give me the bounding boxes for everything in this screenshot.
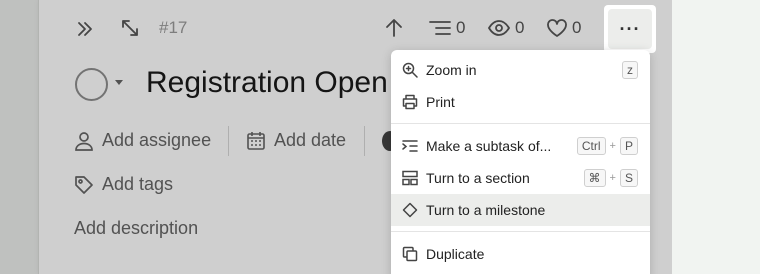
indent-icon bbox=[402, 140, 418, 152]
menu-item-label: Make a subtask of... bbox=[426, 138, 552, 154]
assignee-label: Add assignee bbox=[102, 130, 212, 150]
status-dropdown-caret-icon[interactable] bbox=[115, 80, 123, 85]
subtask-count: 0 bbox=[456, 18, 466, 37]
shortcut-key: z bbox=[622, 61, 638, 79]
description-field[interactable]: Add description bbox=[74, 218, 198, 239]
more-options-icon: ··· bbox=[619, 18, 641, 39]
menu-item-turn-to-milestone[interactable]: Turn to a milestone bbox=[391, 194, 650, 226]
tags-label: Add tags bbox=[102, 174, 174, 194]
shortcut-plus: + bbox=[609, 140, 616, 152]
task-title[interactable]: Registration Open bbox=[146, 66, 388, 100]
move-up-icon[interactable] bbox=[383, 17, 405, 39]
subtasks-icon bbox=[429, 21, 451, 35]
zoom-in-icon bbox=[402, 62, 418, 78]
date-field[interactable]: Add date bbox=[246, 130, 346, 151]
person-icon bbox=[75, 131, 93, 151]
collapse-panel-icon[interactable] bbox=[74, 18, 96, 40]
menu-divider bbox=[391, 123, 650, 124]
diamond-icon bbox=[402, 202, 418, 218]
status-circle[interactable] bbox=[75, 68, 108, 101]
calendar-icon bbox=[247, 131, 265, 150]
more-options-button[interactable]: ··· bbox=[604, 5, 656, 53]
expand-icon[interactable] bbox=[119, 17, 141, 39]
watchers-counter[interactable]: 0 bbox=[488, 16, 524, 40]
heart-icon bbox=[547, 19, 567, 37]
menu-item-duplicate[interactable]: Duplicate bbox=[391, 238, 650, 270]
menu-item-make-subtask[interactable]: Make a subtask of... Ctrl + P bbox=[391, 130, 650, 162]
subtasks-counter[interactable]: 0 bbox=[429, 16, 465, 40]
more-options-menu: Zoom in z Print Make a subtask of... Ctr… bbox=[391, 50, 650, 274]
printer-icon bbox=[402, 94, 418, 110]
section-icon bbox=[402, 170, 418, 186]
menu-item-zoom-in[interactable]: Zoom in z bbox=[391, 54, 650, 86]
background-area bbox=[672, 0, 760, 274]
menu-item-label: Turn to a section bbox=[426, 170, 530, 186]
menu-item-label: Turn to a milestone bbox=[426, 202, 546, 218]
like-count: 0 bbox=[572, 18, 582, 37]
tag-icon bbox=[75, 175, 93, 194]
shortcut-key: ⌘ bbox=[583, 169, 606, 187]
shortcut-key: S bbox=[619, 169, 638, 187]
shortcut-key: Ctrl bbox=[576, 137, 606, 155]
field-divider bbox=[228, 126, 229, 156]
likes-counter[interactable]: 0 bbox=[547, 16, 581, 40]
task-number: #17 bbox=[159, 18, 188, 37]
duplicate-icon bbox=[402, 246, 418, 262]
menu-item-label: Duplicate bbox=[426, 246, 485, 262]
menu-item-label: Print bbox=[426, 94, 455, 110]
watcher-count: 0 bbox=[515, 18, 525, 37]
menu-divider bbox=[391, 231, 650, 232]
assignee-field[interactable]: Add assignee bbox=[74, 130, 211, 151]
description-placeholder: Add description bbox=[74, 218, 199, 238]
eye-icon bbox=[488, 20, 510, 36]
field-divider bbox=[364, 126, 365, 156]
left-gutter bbox=[0, 0, 38, 274]
tags-field[interactable]: Add tags bbox=[74, 174, 173, 195]
menu-item-print[interactable]: Print bbox=[391, 86, 650, 118]
shortcut-plus: + bbox=[609, 172, 616, 184]
shortcut-key: P bbox=[619, 137, 638, 155]
menu-item-turn-to-section[interactable]: Turn to a section ⌘ + S bbox=[391, 162, 650, 194]
date-label: Add date bbox=[274, 130, 347, 150]
menu-item-label: Zoom in bbox=[426, 62, 477, 78]
